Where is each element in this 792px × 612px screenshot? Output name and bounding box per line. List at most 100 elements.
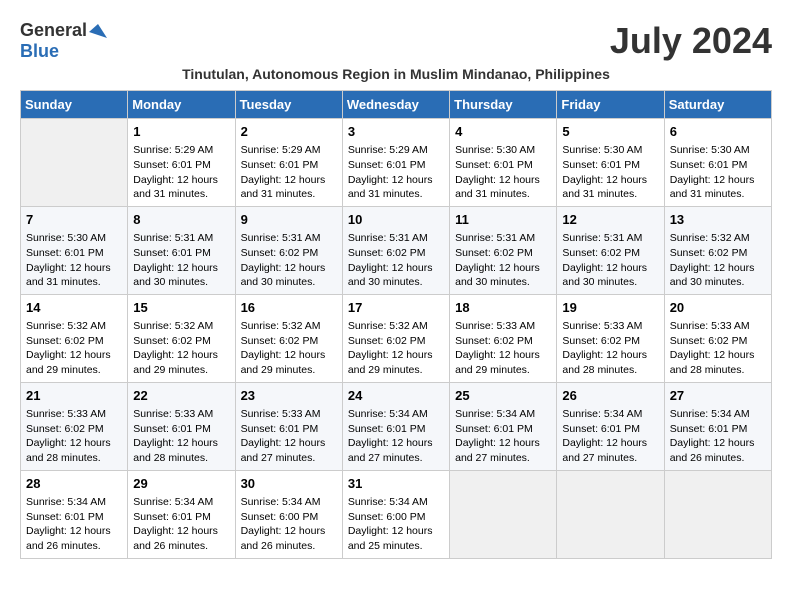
day-info: and 29 minutes.: [348, 363, 444, 378]
day-info: Daylight: 12 hours: [26, 524, 122, 539]
day-info: Daylight: 12 hours: [133, 261, 229, 276]
day-info: Sunrise: 5:30 AM: [26, 231, 122, 246]
day-number: 13: [670, 211, 766, 229]
calendar-cell: 7Sunrise: 5:30 AMSunset: 6:01 PMDaylight…: [21, 206, 128, 294]
day-info: Sunrise: 5:31 AM: [562, 231, 658, 246]
day-info: Sunrise: 5:34 AM: [455, 407, 551, 422]
day-number: 23: [241, 387, 337, 405]
day-info: Daylight: 12 hours: [348, 348, 444, 363]
logo-blue: Blue: [20, 41, 59, 61]
day-info: Sunset: 6:02 PM: [670, 334, 766, 349]
calendar-table: SundayMondayTuesdayWednesdayThursdayFrid…: [20, 90, 772, 559]
calendar-cell: 5Sunrise: 5:30 AMSunset: 6:01 PMDaylight…: [557, 119, 664, 207]
day-info: Sunset: 6:02 PM: [133, 334, 229, 349]
day-number: 7: [26, 211, 122, 229]
day-info: and 26 minutes.: [670, 451, 766, 466]
day-number: 2: [241, 123, 337, 141]
calendar-cell: 22Sunrise: 5:33 AMSunset: 6:01 PMDayligh…: [128, 382, 235, 470]
calendar-cell: [557, 470, 664, 558]
month-title: July 2024: [610, 20, 772, 62]
day-info: Sunrise: 5:33 AM: [26, 407, 122, 422]
day-info: Daylight: 12 hours: [348, 436, 444, 451]
calendar-cell: 26Sunrise: 5:34 AMSunset: 6:01 PMDayligh…: [557, 382, 664, 470]
calendar-cell: 10Sunrise: 5:31 AMSunset: 6:02 PMDayligh…: [342, 206, 449, 294]
day-info: and 28 minutes.: [133, 451, 229, 466]
day-info: and 30 minutes.: [455, 275, 551, 290]
calendar-cell: 9Sunrise: 5:31 AMSunset: 6:02 PMDaylight…: [235, 206, 342, 294]
day-info: Sunset: 6:01 PM: [455, 158, 551, 173]
day-number: 22: [133, 387, 229, 405]
day-info: Sunrise: 5:32 AM: [26, 319, 122, 334]
day-info: Sunrise: 5:29 AM: [348, 143, 444, 158]
day-info: and 31 minutes.: [348, 187, 444, 202]
day-info: Sunrise: 5:33 AM: [562, 319, 658, 334]
calendar-cell: 1Sunrise: 5:29 AMSunset: 6:01 PMDaylight…: [128, 119, 235, 207]
day-info: Daylight: 12 hours: [241, 173, 337, 188]
day-number: 15: [133, 299, 229, 317]
calendar-cell: 13Sunrise: 5:32 AMSunset: 6:02 PMDayligh…: [664, 206, 771, 294]
weekday-header-friday: Friday: [557, 91, 664, 119]
day-number: 26: [562, 387, 658, 405]
calendar-cell: 28 Sunrise: 5:34 AMSunset: 6:01 PMDayligh…: [21, 470, 128, 558]
day-info: Sunset: 6:01 PM: [241, 158, 337, 173]
day-info: Sunset: 6:02 PM: [562, 246, 658, 261]
day-info: Sunrise: 5:30 AM: [562, 143, 658, 158]
day-info: Daylight: 12 hours: [670, 348, 766, 363]
calendar-cell: 11Sunrise: 5:31 AMSunset: 6:02 PMDayligh…: [450, 206, 557, 294]
day-info: Sunset: 6:01 PM: [133, 422, 229, 437]
day-info: Daylight: 12 hours: [455, 348, 551, 363]
day-info: Sunrise: 5:34 AM: [26, 495, 122, 510]
day-info: Daylight: 12 hours: [562, 436, 658, 451]
day-number: 8: [133, 211, 229, 229]
calendar-subtitle: Tinutulan, Autonomous Region in Muslim M…: [20, 66, 772, 82]
day-number: 31: [348, 475, 444, 493]
weekday-header-monday: Monday: [128, 91, 235, 119]
day-info: Daylight: 12 hours: [241, 261, 337, 276]
day-info: Sunset: 6:01 PM: [133, 158, 229, 173]
weekday-header-saturday: Saturday: [664, 91, 771, 119]
day-info: Sunrise: 5:32 AM: [133, 319, 229, 334]
day-info: and 30 minutes.: [348, 275, 444, 290]
day-info: Sunset: 6:01 PM: [455, 422, 551, 437]
day-info: Daylight: 12 hours: [241, 436, 337, 451]
day-number: 28: [26, 475, 122, 493]
day-number: 11: [455, 211, 551, 229]
calendar-cell: 6Sunrise: 5:30 AMSunset: 6:01 PMDaylight…: [664, 119, 771, 207]
day-info: Sunrise: 5:31 AM: [348, 231, 444, 246]
day-info: Sunrise: 5:31 AM: [133, 231, 229, 246]
day-info: Sunset: 6:01 PM: [26, 510, 122, 525]
day-info: Sunrise: 5:31 AM: [455, 231, 551, 246]
day-info: Daylight: 12 hours: [26, 261, 122, 276]
calendar-cell: 18Sunrise: 5:33 AMSunset: 6:02 PMDayligh…: [450, 294, 557, 382]
day-number: 3: [348, 123, 444, 141]
calendar-cell: 21Sunrise: 5:33 AMSunset: 6:02 PMDayligh…: [21, 382, 128, 470]
day-info: Sunset: 6:02 PM: [241, 334, 337, 349]
day-info: and 31 minutes.: [562, 187, 658, 202]
day-info: and 29 minutes.: [241, 363, 337, 378]
calendar-cell: 2Sunrise: 5:29 AMSunset: 6:01 PMDaylight…: [235, 119, 342, 207]
logo-bird-icon: [89, 22, 107, 40]
day-info: Daylight: 12 hours: [670, 436, 766, 451]
day-number: 20: [670, 299, 766, 317]
day-info: Sunrise: 5:32 AM: [670, 231, 766, 246]
day-info: Sunset: 6:02 PM: [26, 422, 122, 437]
day-number: 5: [562, 123, 658, 141]
day-info: Daylight: 12 hours: [133, 173, 229, 188]
day-info: Daylight: 12 hours: [670, 261, 766, 276]
day-info: and 31 minutes.: [133, 187, 229, 202]
calendar-cell: 14Sunrise: 5:32 AMSunset: 6:02 PMDayligh…: [21, 294, 128, 382]
day-info: Sunset: 6:01 PM: [133, 510, 229, 525]
day-info: Sunset: 6:02 PM: [348, 334, 444, 349]
calendar-cell: [664, 470, 771, 558]
day-info: Daylight: 12 hours: [26, 348, 122, 363]
day-info: Sunrise: 5:33 AM: [455, 319, 551, 334]
day-info: and 31 minutes.: [26, 275, 122, 290]
day-number: 29: [133, 475, 229, 493]
day-number: 24: [348, 387, 444, 405]
day-info: and 27 minutes.: [241, 451, 337, 466]
day-number: 16: [241, 299, 337, 317]
day-info: and 27 minutes.: [348, 451, 444, 466]
day-number: 12: [562, 211, 658, 229]
weekday-header-wednesday: Wednesday: [342, 91, 449, 119]
day-info: Daylight: 12 hours: [670, 173, 766, 188]
